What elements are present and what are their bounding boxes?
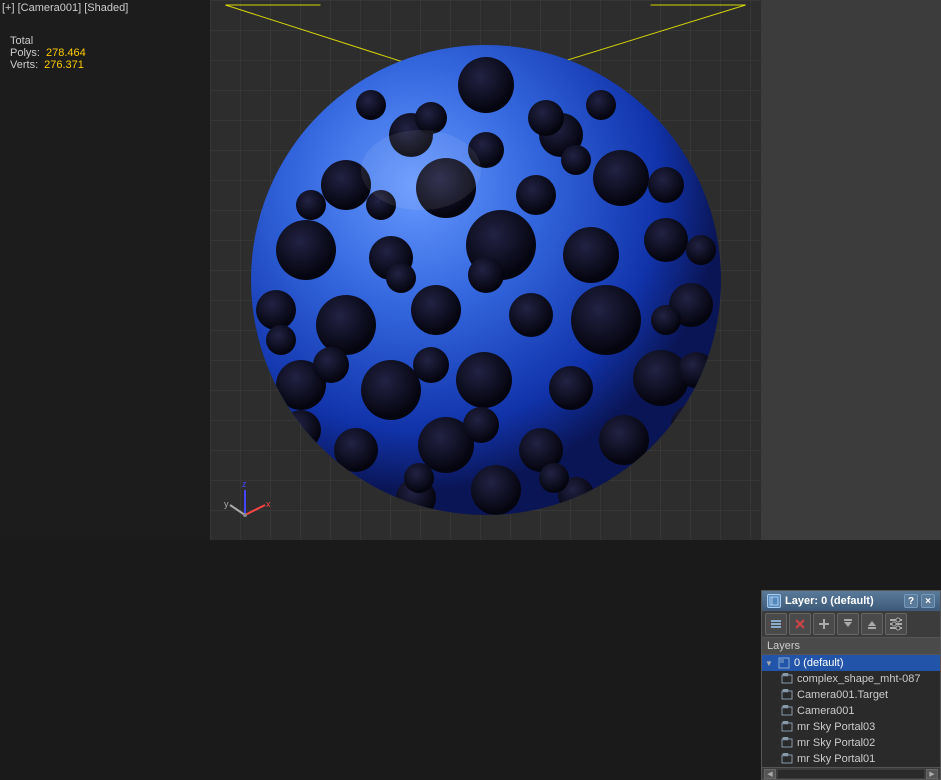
- titlebar-right[interactable]: ? ×: [904, 594, 935, 608]
- verts-label: Verts:: [10, 59, 38, 71]
- close-button[interactable]: ×: [921, 594, 935, 608]
- layers-section-header: Layers: [762, 638, 940, 655]
- layer-item-icon: [780, 688, 794, 702]
- layer-item[interactable]: mr Sky Portal02: [762, 735, 940, 751]
- layer-item[interactable]: ▼ 0 (default): [762, 655, 940, 671]
- layer-item-label: complex_shape_mht-087: [797, 673, 921, 685]
- layer-item-icon: [777, 656, 791, 670]
- help-button[interactable]: ?: [904, 594, 918, 608]
- add-layer-btn[interactable]: [813, 613, 835, 635]
- scroll-left-btn[interactable]: ◀: [764, 769, 776, 779]
- layer-item[interactable]: mr Sky Portal03: [762, 719, 940, 735]
- move-up-btn[interactable]: [861, 613, 883, 635]
- polys-value: 278.464: [46, 47, 86, 59]
- main-viewport[interactable]: x y z: [210, 0, 761, 540]
- layer-item-label: Camera001.Target: [797, 689, 888, 701]
- expand-arrow: ▼: [765, 658, 775, 668]
- layer-item-icon: [780, 752, 794, 766]
- right-panel: Layer: 0 (default) ? ×: [761, 0, 941, 540]
- bottom-scrollbar[interactable]: ◀ ▶: [762, 767, 940, 779]
- layer-dialog-icon: [767, 594, 781, 608]
- layers-icon-btn[interactable]: [765, 613, 787, 635]
- titlebar-left: Layer: 0 (default): [767, 594, 874, 608]
- layer-item-label: Camera001: [797, 705, 854, 717]
- polys-label: Polys:: [10, 47, 40, 59]
- layer-item-label: 0 (default): [794, 657, 844, 669]
- layer-item-label: mr Sky Portal02: [797, 737, 875, 749]
- sphere-object: [236, 30, 736, 530]
- axes-indicator: x y z: [220, 475, 270, 525]
- layer-item-icon: [780, 672, 794, 686]
- layer-tree[interactable]: ▼ 0 (default) complex_shape_mht-087 Came…: [762, 655, 940, 767]
- layer-item-icon: [780, 704, 794, 718]
- layer-item-icon: [780, 736, 794, 750]
- dialog-titlebar: Layer: 0 (default) ? ×: [762, 591, 940, 611]
- viewport-label: [+] [Camera001] [Shaded]: [2, 2, 128, 14]
- move-down-btn[interactable]: [837, 613, 859, 635]
- left-panel: [+] [Camera001] [Shaded] Total Polys: 27…: [0, 0, 210, 540]
- layer-item-label: mr Sky Portal03: [797, 721, 875, 733]
- layer-item[interactable]: Camera001.Target: [762, 687, 940, 703]
- total-label: Total: [10, 35, 86, 47]
- layer-item-icon: [780, 720, 794, 734]
- dialog-title: Layer: 0 (default): [785, 595, 874, 607]
- verts-value: 276.371: [44, 59, 84, 71]
- delete-layer-btn[interactable]: [789, 613, 811, 635]
- svg-text:z: z: [242, 479, 247, 489]
- layer-item[interactable]: complex_shape_mht-087: [762, 671, 940, 687]
- layer-item-label: mr Sky Portal01: [797, 753, 875, 765]
- svg-text:x: x: [266, 499, 270, 509]
- layer-toolbar: [762, 611, 940, 638]
- layer-dialog: Layer: 0 (default) ? ×: [761, 590, 941, 780]
- layer-item[interactable]: Camera001: [762, 703, 940, 719]
- stats-panel: Total Polys: 278.464 Verts: 276.371: [10, 35, 86, 71]
- scroll-track[interactable]: [778, 770, 924, 778]
- options-btn[interactable]: [885, 613, 907, 635]
- scroll-right-btn[interactable]: ▶: [926, 769, 938, 779]
- layer-item[interactable]: mr Sky Portal01: [762, 751, 940, 767]
- svg-text:y: y: [224, 499, 229, 509]
